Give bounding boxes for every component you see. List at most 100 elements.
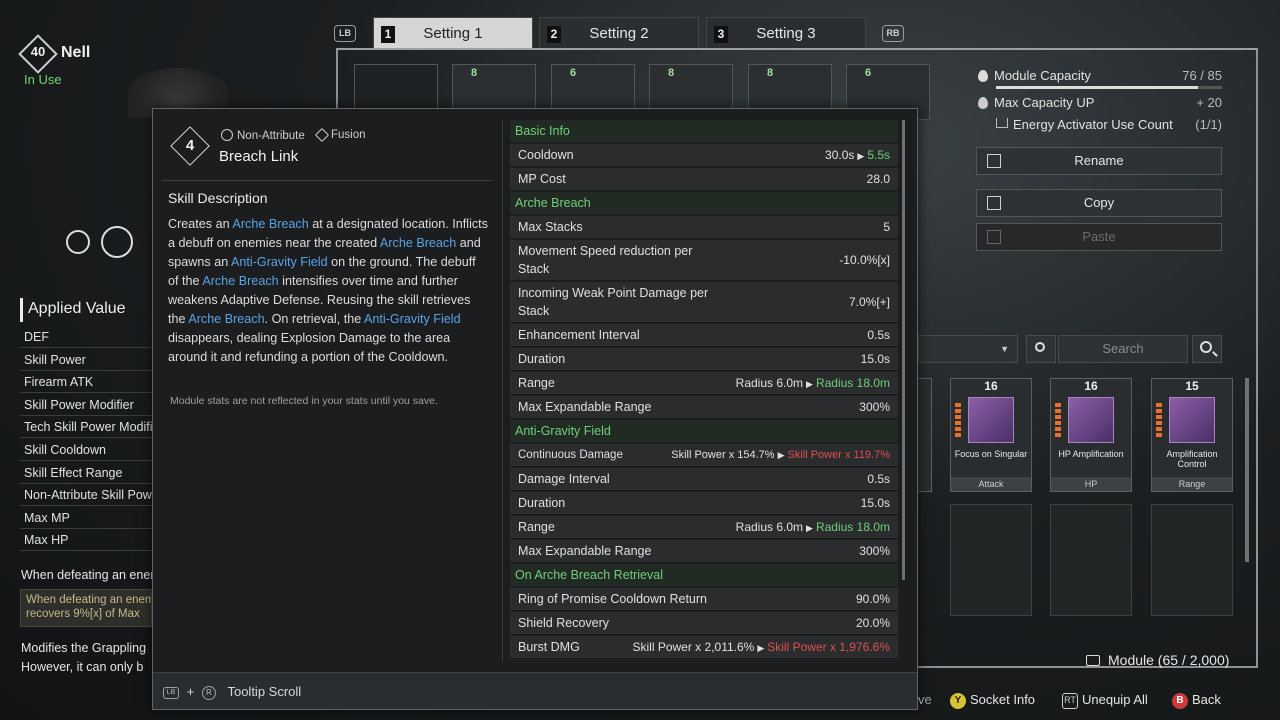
stat-row: Enhancement Interval 0.5s: [510, 324, 898, 346]
stat-value: 7.0%[+]: [848, 295, 890, 309]
search-icon: [1200, 341, 1212, 353]
stat-modified: Skill Power x 119.7%: [787, 449, 890, 461]
empty-module-slot[interactable]: [1050, 504, 1132, 616]
stat-row: Shield Recovery 20.0%: [510, 612, 898, 634]
stat-label: Max Expandable Range: [518, 544, 652, 558]
applied-value-title: Applied Value: [20, 298, 150, 322]
when-defeating-box: When defeating an enemy recovers 9%[x] o…: [20, 589, 152, 627]
section-anti-gravity-field: Anti-Gravity Field: [510, 420, 898, 442]
lb-button-icon[interactable]: LB: [334, 25, 356, 42]
empty-module-slot[interactable]: [950, 504, 1032, 616]
type-tag-label: Fusion: [331, 129, 366, 141]
tooltip-scrollbar[interactable]: [902, 120, 905, 580]
capacity-bar-fill: [996, 86, 1199, 89]
tab-setting-1[interactable]: 1 Setting 1: [373, 17, 533, 49]
stat-value: 28.0: [866, 172, 890, 186]
when-defeating-title: When defeating an enemy: [21, 568, 152, 582]
save-hint-fragment[interactable]: ve: [918, 692, 932, 707]
max-capacity-label: Max Capacity UP: [994, 95, 1095, 110]
stat-label: Range: [518, 376, 555, 390]
stat-base: 30.0s: [825, 148, 855, 162]
capacity-value: 76 / 85: [1182, 68, 1222, 83]
module-name: Amplification Control: [1166, 449, 1218, 469]
module-list-scrollbar[interactable]: [1245, 378, 1249, 562]
sort-dropdown[interactable]: ▼: [918, 335, 1018, 363]
socket-info-label: Socket Info: [970, 692, 1036, 707]
desc-text: Creates an: [168, 217, 233, 231]
stack-stripes: [1055, 403, 1061, 439]
unequip-all-label: Unequip All: [1082, 692, 1148, 707]
stat-label: Range: [518, 520, 555, 534]
module-cost: 8: [471, 67, 478, 79]
stats-panel[interactable]: Basic Info Cooldown 30.0s ▶ 5.5s MP Cost 2…: [510, 120, 898, 662]
stat-label: Shield Recovery: [518, 616, 610, 630]
back-button[interactable]: B Back: [1172, 692, 1221, 709]
stat-row: Continuous Damage Skill Power x 154.7% ▶ S…: [510, 444, 898, 466]
energy-activator-label: Energy Activator Use Count: [1013, 117, 1173, 132]
type-tag: Fusion: [314, 127, 366, 143]
stat-value: Skill Power x 2,011.6% ▶ Skill Power x 1,9…: [633, 640, 891, 654]
applied-row: Max MP: [20, 508, 152, 529]
when-defeating-line-2: recovers 9%[x] of Max: [26, 608, 140, 620]
stat-row: MP Cost 28.0: [510, 168, 898, 190]
stat-label: Movement Speed reduction per Stack: [518, 244, 693, 276]
tooltip-scroll-label: Tooltip Scroll: [227, 684, 302, 699]
module-cost: 16: [984, 379, 998, 393]
module-card[interactable]: 16 Focus on Singular Attack: [950, 378, 1032, 492]
stat-value: Skill Power x 154.7% ▶ Skill Power x 119.7…: [671, 449, 890, 461]
skill-name: Breach Link: [219, 148, 299, 165]
module-card[interactable]: 15 Amplification Control Range: [1151, 378, 1233, 492]
stat-row: Movement Speed reduction per Stack -10.0…: [510, 240, 898, 280]
arrow-right-icon: ▶: [777, 450, 785, 460]
tab-setting-3[interactable]: 3 Setting 3: [706, 17, 866, 49]
module-cost: 8: [767, 67, 774, 79]
arrow-right-icon: ▶: [857, 151, 865, 161]
module-count-label: Module (65 / 2,000): [1108, 652, 1230, 668]
desc-keyword: Arche Breach: [188, 312, 265, 326]
tooltip-footer: LB + R Tooltip Scroll: [153, 672, 917, 709]
modifies-line-1: Modifies the Grappling: [21, 641, 147, 655]
module-type: Attack: [951, 477, 1031, 491]
rb-button-icon[interactable]: RB: [882, 25, 904, 42]
back-label: Back: [1192, 692, 1221, 707]
search-input[interactable]: Search: [1058, 335, 1188, 363]
unequip-all-button[interactable]: RT Unequip All: [1062, 692, 1148, 709]
stat-row: Duration 15.0s: [510, 492, 898, 514]
tab-setting-2[interactable]: 2 Setting 2: [539, 17, 699, 49]
stat-label: Duration: [518, 496, 566, 510]
filter-button[interactable]: [1026, 335, 1056, 363]
stat-base: Skill Power x 154.7%: [671, 449, 775, 461]
module-card-partial[interactable]: [918, 378, 932, 492]
socket-info-button[interactable]: Y Socket Info: [950, 692, 1035, 709]
plus-sign: +: [186, 684, 195, 699]
tooltip-scroll-hint[interactable]: LB + R Tooltip Scroll: [163, 684, 301, 700]
stat-value: 15.0s: [860, 496, 890, 510]
rename-button[interactable]: Rename: [976, 147, 1222, 175]
capacity-label: Module Capacity: [994, 68, 1091, 83]
section-arche-breach-retrieval: On Arche Breach Retrieval: [510, 564, 898, 586]
module-box-icon: [1086, 655, 1100, 666]
desc-keyword: Anti-Gravity Field: [231, 255, 328, 269]
energy-activator-value: (1/1): [1195, 117, 1222, 132]
stat-row: Max Expandable Range 300%: [510, 540, 898, 562]
stat-label: Max Expandable Range: [518, 400, 652, 414]
empty-module-slot[interactable]: [1151, 504, 1233, 616]
character-level: 40: [30, 44, 46, 59]
modifies-line-2: However, it can only b: [21, 660, 144, 674]
applied-row: DEF: [20, 327, 152, 348]
stat-value: 20.0%: [855, 616, 890, 630]
stat-label: Ring of Promise Cooldown Return: [518, 592, 707, 606]
rt-button-icon: RT: [1062, 692, 1078, 709]
stat-label: Enhancement Interval: [518, 328, 640, 342]
copy-button[interactable]: Copy: [976, 189, 1222, 217]
stat-label: Cooldown: [518, 148, 574, 162]
stat-value: 90.0%: [855, 592, 890, 606]
applied-row: Tech Skill Power Modifier: [20, 417, 152, 438]
search-button[interactable]: [1192, 335, 1222, 363]
lb-button-icon: LB: [163, 686, 179, 699]
module-type: HP: [1051, 477, 1131, 491]
module-card[interactable]: 16 HP Amplification HP: [1050, 378, 1132, 492]
stat-row: Incoming Weak Point Damage per Stack 7.0…: [510, 282, 898, 322]
stat-value: 300%: [859, 400, 890, 414]
paste-button[interactable]: Paste: [976, 223, 1222, 251]
